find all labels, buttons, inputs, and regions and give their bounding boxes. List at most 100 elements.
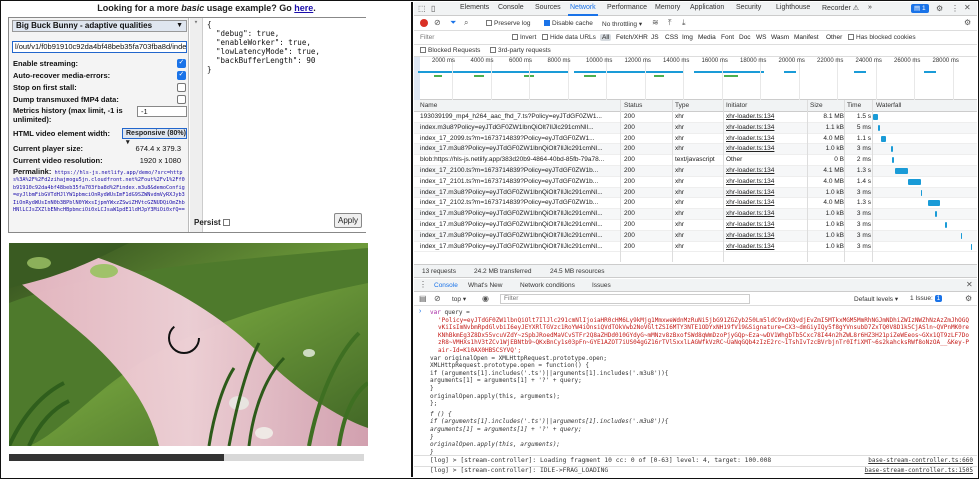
video-player[interactable]	[9, 243, 368, 446]
console-output[interactable]: › var query = 'Policy=eyJTdGF0ZW1lbnQiOl…	[414, 307, 977, 477]
type-filter-all[interactable]: All	[600, 34, 612, 41]
table-row[interactable]: index_17.m3u8?Policy=eyJTdGF0ZW1lbnQiOlt…	[414, 209, 977, 220]
eye-icon[interactable]: ◉	[482, 294, 489, 303]
log-entry-1-source[interactable]: base-stream-controller.ts:660	[868, 457, 973, 464]
col-time[interactable]: Time	[847, 102, 861, 109]
console-filter-input[interactable]: Filter	[500, 294, 750, 304]
auto-recover-checkbox[interactable]	[177, 70, 186, 80]
type-filter-media[interactable]: Media	[696, 34, 718, 41]
throttling-select[interactable]: No throttling ▾	[602, 20, 642, 28]
console-settings-gear-icon[interactable]: ⚙	[965, 294, 972, 303]
kebab-menu-icon[interactable]: ⋮	[951, 4, 959, 13]
request-initiator[interactable]: xhr-loader.ts:134	[726, 166, 806, 176]
disable-cache-toggle[interactable]: Disable cache	[544, 20, 593, 27]
type-filter-css[interactable]: CSS	[663, 34, 680, 41]
table-row[interactable]: index_17.m3u8?Policy=eyJTdGF0ZW1lbnQiOlt…	[414, 242, 977, 253]
drawer-menu-icon[interactable]: ⋮	[419, 280, 427, 289]
hide-data-urls-toggle[interactable]: Hide data URLs	[542, 34, 596, 41]
col-initiator[interactable]: Initiator	[726, 102, 747, 109]
tab-performance[interactable]: Performance	[607, 4, 647, 11]
tab-application[interactable]: Application	[690, 4, 724, 11]
persist-toggle[interactable]: Persist	[194, 218, 230, 227]
col-size[interactable]: Size	[810, 102, 823, 109]
drawer-tab-network-conditions[interactable]: Network conditions	[520, 282, 575, 289]
network-settings-gear-icon[interactable]: ⚙	[964, 18, 971, 27]
request-initiator[interactable]: xhr-loader.ts:134	[726, 231, 806, 241]
type-filter-img[interactable]: Img	[680, 34, 695, 41]
third-party-toggle[interactable]: 3rd-party requests	[490, 47, 551, 54]
tab-security[interactable]: Security	[736, 4, 761, 11]
request-initiator[interactable]: xhr-loader.ts:134	[726, 209, 806, 219]
stream-url-input[interactable]: l/out/v1/f0b91910c92da4bf48beb35fa703fba…	[12, 41, 187, 53]
table-row[interactable]: 193039199_mp4_h264_aac_fhd_7.ts?Policy=e…	[414, 112, 977, 123]
table-row[interactable]: index_17.m3u8?Policy=eyJTdGF0ZW1lbnQiOlt…	[414, 144, 977, 156]
metrics-history-input[interactable]: -1	[137, 106, 187, 117]
tab-recorder[interactable]: Recorder ⚠	[822, 4, 859, 12]
issues-badge[interactable]: ▤ 1	[911, 4, 929, 13]
stream-select[interactable]: Big Buck Bunny - adaptive qualities ▼	[12, 20, 187, 32]
table-row[interactable]: index.m3u8?Policy=eyJTdGF0ZW1lbnQiOlt7Il…	[414, 122, 977, 134]
persist-checkbox[interactable]	[222, 219, 230, 227]
invert-toggle[interactable]: Invert	[512, 34, 536, 41]
fold-icon[interactable]: ▾	[190, 18, 202, 27]
type-filter-doc[interactable]: Doc	[737, 34, 753, 41]
permalink-url[interactable]: https://hls-js.netlify.app/demo/?src=htt…	[13, 170, 185, 213]
apply-button[interactable]: Apply	[334, 213, 362, 228]
stop-on-stall-checkbox[interactable]	[177, 83, 186, 92]
type-filter-wasm[interactable]: Wasm	[769, 34, 791, 41]
request-initiator[interactable]: xhr-loader.ts:134	[726, 134, 806, 144]
blocked-requests-toggle[interactable]: Blocked Requests	[420, 47, 480, 54]
config-editor[interactable]: ▾ { "debug": true, "enableWorker": true,…	[190, 18, 366, 232]
seek-bar[interactable]	[9, 454, 364, 461]
close-icon[interactable]: ✕	[964, 3, 971, 12]
clear-icon[interactable]: ⊘	[434, 18, 441, 27]
sidebar-toggle-icon[interactable]: ▤	[419, 294, 427, 303]
col-status[interactable]: Status	[624, 102, 642, 109]
preserve-log-toggle[interactable]: Preserve log	[486, 20, 531, 27]
request-initiator[interactable]: xhr-loader.ts:134	[726, 177, 806, 187]
type-filter-fetch-xhr[interactable]: Fetch/XHR	[614, 34, 650, 41]
table-row[interactable]: index_17.m3u8?Policy=eyJTdGF0ZW1lbnQiOlt…	[414, 187, 977, 199]
col-name[interactable]: Name	[420, 102, 437, 109]
table-row[interactable]: blob:https://hls-js.netlify.app/383d20b9…	[414, 155, 977, 166]
video-width-select[interactable]: Responsive (80%) ▾	[122, 128, 187, 146]
request-initiator[interactable]: xhr-loader.ts:134	[726, 123, 806, 133]
table-row[interactable]: index_17_2101.ts?m=1673714839?Policy=eyJ…	[414, 177, 977, 188]
import-har-icon[interactable]: ⤒	[668, 18, 672, 28]
type-filter-other[interactable]: Other	[824, 34, 844, 41]
request-initiator[interactable]: xhr-loader.ts:134	[726, 188, 806, 198]
device-toolbar-icon[interactable]: ▯	[431, 4, 435, 13]
request-initiator[interactable]: xhr-loader.ts:134	[726, 242, 806, 252]
filter-input[interactable]: Filter	[420, 34, 434, 41]
basic-usage-link[interactable]: here	[294, 3, 313, 13]
tab-console[interactable]: Console	[498, 4, 524, 11]
enable-streaming-checkbox[interactable]	[177, 58, 186, 68]
type-filter-ws[interactable]: WS	[754, 34, 768, 41]
close-drawer-icon[interactable]: ✕	[966, 280, 973, 289]
drawer-tab-whats-new[interactable]: What's New	[468, 282, 502, 289]
type-filter-js[interactable]: JS	[649, 34, 661, 41]
filter-icon[interactable]: ⏷	[450, 18, 456, 28]
tab-network[interactable]: Network	[570, 4, 596, 11]
has-blocked-cookies-toggle[interactable]: Has blocked cookies	[848, 34, 916, 41]
tab-elements[interactable]: Elements	[460, 4, 489, 11]
clear-console-icon[interactable]: ⊘	[434, 294, 441, 303]
network-overview[interactable]: 2000 ms 4000 ms 6000 ms 8000 ms 10000 ms 1200…	[414, 57, 977, 100]
col-waterfall[interactable]: Waterfall	[876, 102, 901, 109]
dump-fmp4-checkbox[interactable]	[177, 95, 186, 104]
table-row[interactable]: index_17.m3u8?Policy=eyJTdGF0ZW1lbnQiOlt…	[414, 230, 977, 242]
tab-lighthouse[interactable]: Lighthouse	[776, 4, 810, 11]
context-select[interactable]: top ▾	[452, 295, 466, 303]
settings-gear-icon[interactable]: ⚙	[936, 4, 943, 13]
inspect-element-icon[interactable]: ⬚	[418, 4, 426, 13]
log-entry-2-source[interactable]: base-stream-controller.ts:1505	[865, 467, 973, 474]
drawer-tab-console[interactable]: Console	[434, 282, 458, 289]
tab-memory[interactable]: Memory	[655, 4, 680, 11]
table-row[interactable]: index_17.m3u8?Policy=eyJTdGF0ZW1lbnQiOlt…	[414, 220, 977, 231]
request-initiator[interactable]: xhr-loader.ts:134	[726, 112, 806, 122]
log-levels-select[interactable]: Default levels ▾	[854, 295, 898, 303]
drawer-tab-issues[interactable]: Issues	[592, 282, 611, 289]
record-icon[interactable]	[420, 19, 428, 27]
export-har-icon[interactable]: ⤓	[682, 18, 686, 28]
request-initiator[interactable]: xhr-loader.ts:134	[726, 144, 806, 154]
